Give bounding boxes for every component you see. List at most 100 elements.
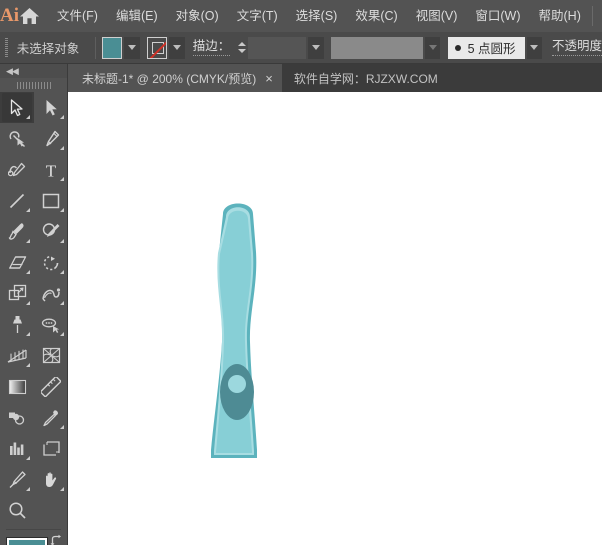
window-controls: [590, 6, 602, 26]
artboard-canvas[interactable]: [68, 92, 602, 545]
stroke-swatch-dropdown[interactable]: [169, 37, 184, 59]
menu-object[interactable]: 对象(O): [167, 0, 228, 32]
eraser-tool[interactable]: [0, 247, 34, 278]
line-segment-tool[interactable]: [0, 185, 34, 216]
toolbox-drag-handle[interactable]: [0, 78, 67, 92]
chevron-down-icon: [128, 45, 136, 50]
fill-stroke-indicator: [0, 534, 67, 545]
measure-tool[interactable]: [34, 371, 68, 402]
toolbox-divider: [6, 529, 61, 530]
menu-help[interactable]: 帮助(H): [530, 0, 590, 32]
tool-corner-marker: [26, 332, 30, 336]
menu-items: 文件(F) 编辑(E) 对象(O) 文字(T) 选择(S) 效果(C) 视图(V…: [48, 0, 590, 32]
control-bar-grip[interactable]: [0, 32, 13, 64]
eyedropper-tool[interactable]: [34, 402, 68, 433]
tool-corner-marker: [26, 456, 30, 460]
tool-corner-marker: [60, 301, 64, 305]
tool-grid: T: [0, 92, 67, 526]
control-bar: 未选择对象 描边： 5 点圆形 不透明度: [0, 32, 602, 64]
tool-corner-marker: [60, 239, 64, 243]
document-tab[interactable]: 未标题-1* @ 200% (CMYK/预览) ×: [68, 64, 282, 92]
paintbrush-tool[interactable]: [0, 216, 34, 247]
brush-definition-display[interactable]: 5 点圆形: [448, 37, 525, 59]
home-icon[interactable]: [19, 0, 40, 32]
tool-corner-marker: [60, 115, 64, 119]
tool-corner-marker: [60, 487, 64, 491]
menu-type[interactable]: 文字(T): [228, 0, 287, 32]
selection-status: 未选择对象: [13, 38, 90, 57]
artboard-tool[interactable]: [34, 433, 68, 464]
selection-tool[interactable]: [0, 92, 34, 123]
menu-bar: Ai 文件(F) 编辑(E) 对象(O) 文字(T) 选择(S) 效果(C) 视…: [0, 0, 602, 32]
tool-corner-marker: [26, 270, 30, 274]
stroke-weight-input[interactable]: [248, 37, 306, 59]
graphic-style-input[interactable]: [331, 37, 423, 59]
document-tab-bar: 未标题-1* @ 200% (CMYK/预览) × 软件自学网：RJZXW.CO…: [0, 64, 602, 92]
gradient-tool[interactable]: [0, 371, 34, 402]
app-logo: Ai: [0, 0, 19, 32]
chevron-down-icon: [173, 45, 181, 50]
menu-view[interactable]: 视图(V): [407, 0, 467, 32]
direct-selection-tool[interactable]: [34, 92, 68, 123]
toolbox-collapse-button[interactable]: ◀◀: [0, 64, 67, 78]
shape-builder-tool[interactable]: [34, 309, 68, 340]
shaper-tool[interactable]: [34, 216, 68, 247]
rotate-tool[interactable]: [34, 247, 68, 278]
tool-corner-marker: [60, 146, 64, 150]
tool-corner-marker: [60, 208, 64, 212]
close-icon[interactable]: ×: [265, 72, 273, 85]
magic-wand-tool[interactable]: [0, 123, 34, 154]
scale-tool[interactable]: [0, 278, 34, 309]
menu-select[interactable]: 选择(S): [287, 0, 347, 32]
menu-window[interactable]: 窗口(W): [466, 0, 529, 32]
stepper-down-icon: [238, 49, 246, 53]
fill-color-swatch[interactable]: [102, 37, 122, 59]
chevron-down-icon: [429, 45, 437, 50]
toothbrush-handle-shape[interactable]: [193, 192, 283, 470]
rectangle-tool[interactable]: [34, 185, 68, 216]
control-divider-1: [95, 37, 96, 59]
graphic-style-dropdown[interactable]: [425, 37, 440, 59]
stroke-weight-stepper[interactable]: [236, 37, 248, 59]
tool-corner-marker: [26, 487, 30, 491]
tool-corner-marker: [60, 177, 64, 181]
tool-grid-filler: [34, 495, 68, 526]
hand-tool[interactable]: [34, 464, 68, 495]
free-transform-tool[interactable]: [0, 309, 34, 340]
chevron-down-icon: [312, 45, 320, 50]
curvature-tool[interactable]: [0, 154, 34, 185]
slice-tool[interactable]: [0, 464, 34, 495]
tool-corner-marker: [26, 363, 30, 367]
opacity-label[interactable]: 不透明度: [552, 39, 602, 56]
stepper-up-icon: [238, 42, 246, 46]
brush-definition-label: 5 点圆形: [468, 38, 516, 57]
mesh-tool[interactable]: [34, 340, 68, 371]
illustrator-window: Ai 文件(F) 编辑(E) 对象(O) 文字(T) 选择(S) 效果(C) 视…: [0, 0, 602, 545]
swap-fill-stroke-icon[interactable]: [49, 534, 63, 545]
document-tab-label: 未标题-1* @ 200% (CMYK/预览): [82, 70, 256, 87]
brush-dot-icon: [455, 45, 461, 51]
tool-corner-marker: [26, 301, 30, 305]
toolbox-panel: ◀◀: [0, 64, 68, 545]
chevron-down-icon: [530, 45, 538, 50]
shape-detail-hole: [228, 375, 246, 393]
watermark-note: 软件自学网：RJZXW.COM: [282, 64, 450, 92]
menu-file[interactable]: 文件(F): [48, 0, 107, 32]
tool-corner-marker: [26, 239, 30, 243]
menu-edit[interactable]: 编辑(E): [107, 0, 167, 32]
tool-corner-marker: [60, 270, 64, 274]
fill-indicator-swatch[interactable]: [7, 538, 47, 545]
type-tool[interactable]: T: [34, 154, 68, 185]
blend-tool[interactable]: [0, 402, 34, 433]
pen-tool[interactable]: [34, 123, 68, 154]
stroke-color-swatch[interactable]: [147, 37, 167, 59]
brush-definition-dropdown[interactable]: [527, 37, 542, 59]
column-graph-tool[interactable]: [0, 433, 34, 464]
stroke-weight-dropdown[interactable]: [308, 37, 323, 59]
perspective-grid-tool[interactable]: [0, 340, 34, 371]
zoom-tool[interactable]: [0, 495, 34, 526]
width-warp-tool[interactable]: [34, 278, 68, 309]
fill-swatch-dropdown[interactable]: [124, 37, 139, 59]
tool-corner-marker: [26, 208, 30, 212]
menu-effect[interactable]: 效果(C): [346, 0, 406, 32]
